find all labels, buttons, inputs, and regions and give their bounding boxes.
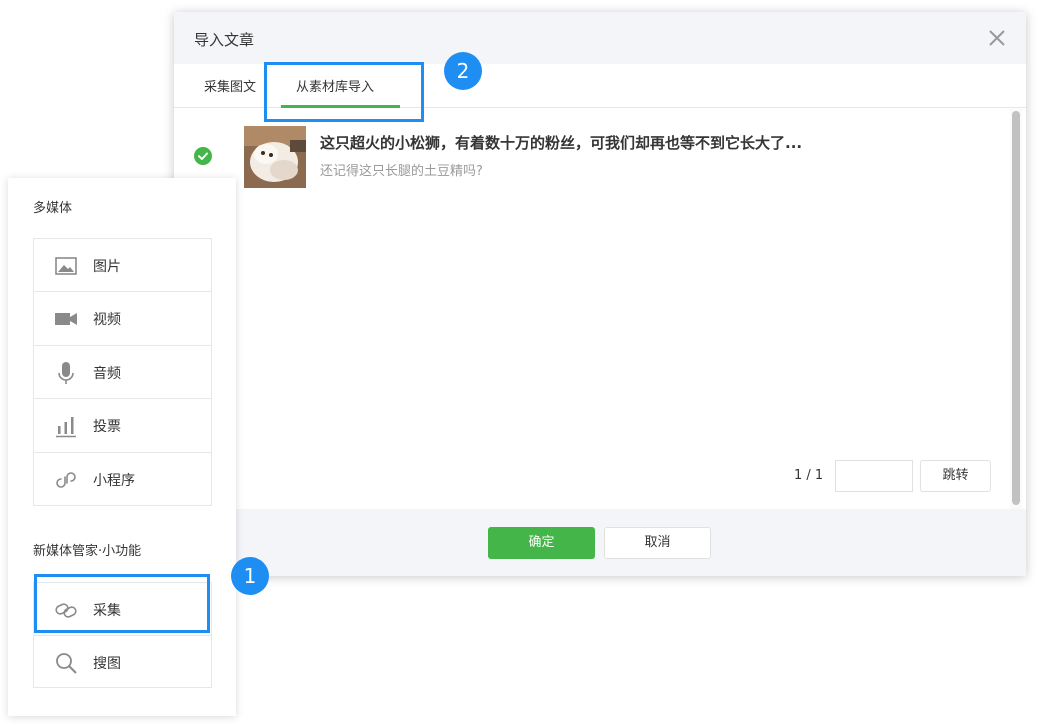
- tools-section-title: 新媒体管家·小功能: [33, 544, 142, 559]
- confirm-button[interactable]: 确定: [488, 527, 595, 559]
- menu-item-video[interactable]: 视频: [34, 292, 211, 346]
- close-icon[interactable]: [986, 27, 1008, 49]
- dialog-header: 导入文章: [174, 12, 1026, 64]
- menu-item-vote[interactable]: 投票: [34, 399, 211, 453]
- menu-item-audio[interactable]: 音频: [34, 346, 211, 400]
- menu-item-label: 投票: [93, 419, 121, 436]
- scrollbar[interactable]: [1010, 109, 1022, 509]
- scrollbar-thumb[interactable]: [1012, 111, 1020, 505]
- tab-collect-article[interactable]: 采集图文: [204, 76, 256, 95]
- vote-chart-icon: [56, 417, 76, 438]
- article-thumbnail: [244, 126, 306, 188]
- highlight-frame-collect: [34, 574, 210, 633]
- article-title: 这只超火的小松狮，有着数十万的粉丝，可我们却再也等不到它长大了...: [320, 134, 803, 152]
- page-number-input[interactable]: [835, 460, 913, 492]
- article-row[interactable]: 这只超火的小松狮，有着数十万的粉丝，可我们却再也等不到它长大了... 还记得这只…: [174, 126, 1004, 188]
- step-badge-1: 1: [231, 557, 269, 595]
- menu-item-image[interactable]: 图片: [34, 239, 211, 293]
- menu-item-label: 搜图: [93, 656, 121, 672]
- highlight-frame-tab: [264, 62, 424, 122]
- insert-panel: 多媒体 图片 视频 音频 投票 小程序 新媒体管家·小功能 采集 搜图: [8, 178, 236, 716]
- search-icon: [56, 653, 77, 674]
- step-badge-2: 2: [444, 52, 482, 90]
- menu-item-label: 视频: [93, 312, 121, 329]
- article-list: 这只超火的小松狮，有着数十万的粉丝，可我们却再也等不到它长大了... 还记得这只…: [174, 109, 1026, 509]
- jump-button[interactable]: 跳转: [920, 460, 991, 492]
- check-circle-icon[interactable]: [194, 147, 212, 165]
- menu-item-image-search[interactable]: 搜图: [34, 636, 211, 689]
- menu-item-label: 小程序: [93, 472, 135, 489]
- video-icon: [55, 313, 77, 326]
- image-icon: [55, 257, 77, 275]
- mini-program-icon: [56, 471, 76, 488]
- microphone-icon: [58, 361, 74, 384]
- menu-item-label: 音频: [93, 365, 121, 382]
- cancel-button[interactable]: 取消: [604, 527, 711, 559]
- multimedia-menu: 图片 视频 音频 投票 小程序: [33, 238, 212, 506]
- menu-item-label: 图片: [93, 259, 121, 275]
- multimedia-section-title: 多媒体: [33, 201, 73, 216]
- menu-item-mini-program[interactable]: 小程序: [34, 453, 211, 506]
- article-description: 还记得这只长腿的土豆精吗?: [320, 164, 483, 179]
- dialog-footer: 确定 取消: [174, 509, 1026, 576]
- page-count: 1 / 1: [794, 468, 824, 483]
- dialog-title: 导入文章: [194, 31, 255, 49]
